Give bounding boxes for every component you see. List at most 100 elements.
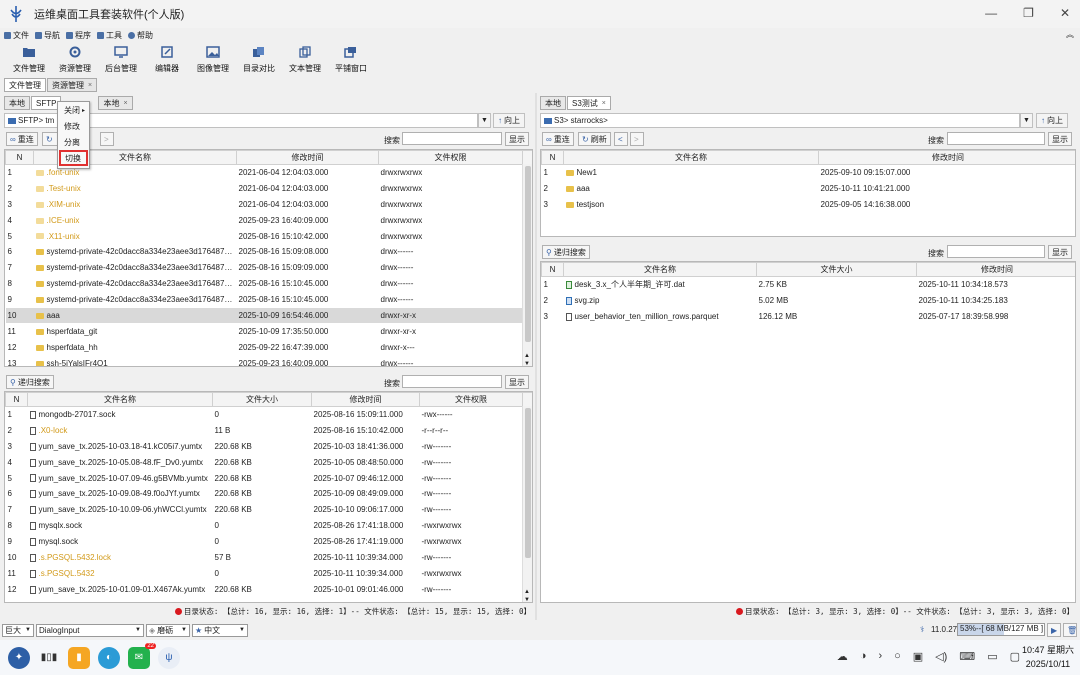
- table-row[interactable]: 4 .ICE-unix 2025-09-23 16:40:09.000 drwxrwx…: [6, 212, 533, 228]
- table-row[interactable]: 5 yum_save_tx.2025-10-07.09-46.g5BVMb.yum…: [6, 470, 533, 486]
- menu-navigation[interactable]: 导航: [35, 30, 60, 41]
- search-icon[interactable]: ○: [894, 650, 901, 663]
- path-dropdown-icon[interactable]: ▼: [478, 113, 491, 128]
- table-row[interactable]: 13 ssh-5jYalsIFr4Q1 2025-09-23 16:40:09.00…: [6, 355, 533, 366]
- table-row[interactable]: 6 systemd-private-42c0dacc8a334e23aee3d17…: [6, 244, 533, 260]
- app-logo-icon[interactable]: ψ: [158, 646, 180, 669]
- recursive-search-button[interactable]: ⚲ 递归搜索: [6, 375, 54, 389]
- volume-icon[interactable]: ◁): [935, 650, 947, 663]
- col-time[interactable]: 修改时间: [236, 150, 379, 165]
- menu-item-close[interactable]: 关闭 ▸: [58, 102, 89, 118]
- col-perm[interactable]: 文件权限: [419, 392, 523, 407]
- table-row[interactable]: 11 .s.PGSQL.5432 0 2025-10-11 10:39:34.000 -…: [6, 565, 533, 581]
- size-select[interactable]: 巨大 ▼: [2, 623, 34, 637]
- table-row[interactable]: 2 .Test-unix 2021-06-04 12:04:03.000 drwxrw…: [6, 180, 533, 196]
- table-row[interactable]: 12 hsperfdata_hh 2025-09-22 16:47:39.000 dr…: [6, 339, 533, 355]
- show-button[interactable]: 显示: [505, 132, 529, 146]
- menu-tools[interactable]: 工具: [97, 30, 122, 41]
- close-icon[interactable]: ✕: [1060, 6, 1070, 20]
- col-time[interactable]: 修改时间: [916, 262, 1075, 277]
- table-row[interactable]: 3 .XIM-unix 2021-06-04 12:04:03.000 drwxrwx…: [6, 196, 533, 212]
- table-row[interactable]: 7 systemd-private-42c0dacc8a334e23aee3d17…: [6, 260, 533, 276]
- table-row[interactable]: 10 .s.PGSQL.5432.lock 57 B 2025-10-11 10:39…: [6, 550, 533, 566]
- multitask-icon[interactable]: ▮▯▮: [38, 647, 60, 669]
- up-button[interactable]: ↑ 向上: [493, 113, 525, 128]
- scrollbar[interactable]: ▲ ▼: [522, 406, 532, 602]
- toolbar-file-manager[interactable]: 文件管理: [6, 43, 52, 77]
- right-path-bar[interactable]: S3> starrocks>: [540, 113, 1020, 128]
- path-dropdown-icon[interactable]: ▼: [1020, 113, 1033, 128]
- expand-icon[interactable]: ›: [878, 650, 882, 663]
- col-name[interactable]: 文件名称: [27, 392, 213, 407]
- reconnect-button[interactable]: ∞ 重连: [6, 132, 38, 146]
- refresh-button[interactable]: ↻ 刷新: [578, 132, 611, 146]
- col-n[interactable]: N: [5, 392, 28, 407]
- close-icon[interactable]: ×: [88, 82, 92, 89]
- table-row[interactable]: 11 hsperfdata_git 2025-10-09 17:35:50.000 d…: [6, 323, 533, 339]
- table-row[interactable]: 8 mysqlx.sock 0 2025-08-26 17:41:18.000 -rwx…: [6, 518, 533, 534]
- font-select[interactable]: DialogInput ▼: [36, 623, 144, 637]
- chat-app-icon[interactable]: ✉ 22: [128, 642, 156, 669]
- table-row[interactable]: 1 New1 2025-09-10 09:15:07.000: [542, 165, 1076, 181]
- gc-run-button[interactable]: ▶: [1047, 623, 1061, 637]
- table-row[interactable]: 10 aaa 2025-10-09 16:54:46.000 drwxr-xr-x: [5, 307, 532, 324]
- table-row[interactable]: 9 mysql.sock 0 2025-08-26 17:41:19.000 -rwxr…: [6, 534, 533, 550]
- trash-icon[interactable]: 🗑: [1063, 623, 1077, 637]
- tab-s3-test[interactable]: S3测试 ×: [567, 96, 611, 110]
- toolbar-resource-manager[interactable]: 资源管理: [52, 43, 98, 77]
- table-row[interactable]: 2 .X0-lock 11 B 2025-08-16 15:10:42.000 -r--…: [6, 422, 533, 438]
- table-row[interactable]: 2 aaa 2025-10-11 10:41:21.000: [542, 180, 1076, 196]
- network-icon[interactable]: ▣: [913, 650, 923, 663]
- forward-button[interactable]: >: [100, 132, 114, 146]
- pane-divider[interactable]: [535, 93, 537, 620]
- show-button[interactable]: 显示: [1048, 132, 1072, 146]
- table-row[interactable]: 3 testjson 2025-09-05 14:16:38.000: [542, 196, 1076, 212]
- col-n[interactable]: N: [541, 262, 564, 277]
- maximize-icon[interactable]: ❐: [1023, 6, 1034, 20]
- file-show-button[interactable]: 显示: [505, 375, 529, 389]
- col-n[interactable]: N: [5, 150, 34, 165]
- menu-item-modify[interactable]: 修改: [58, 118, 89, 134]
- collapse-icon[interactable]: ︽: [1066, 29, 1074, 40]
- tab-local-1[interactable]: 本地: [4, 96, 30, 110]
- col-n[interactable]: N: [541, 150, 564, 165]
- col-size[interactable]: 文件大小: [756, 262, 917, 277]
- table-row[interactable]: 7 yum_save_tx.2025-10-10.09-06.yhWCCl.yum…: [6, 502, 533, 518]
- up-button[interactable]: ↑ 向上: [1036, 113, 1068, 128]
- table-row[interactable]: 5 .X11-unix 2025-08-16 15:10:42.000 drwxrwx…: [6, 228, 533, 244]
- table-row[interactable]: 2 svg.zip 5.02 MB 2025-10-11 10:34:25.183: [542, 292, 1076, 308]
- forward-button[interactable]: >: [630, 132, 644, 146]
- theme-select[interactable]: ◈ 磨砺 ▼: [146, 623, 190, 637]
- tab-local-2[interactable]: 本地 ×: [98, 96, 133, 110]
- menu-item-detach[interactable]: 分离: [58, 134, 89, 150]
- table-row[interactable]: 1 desk_3.x_个人半年期_许可.dat 2.75 KB 2025-10-11 …: [542, 277, 1076, 293]
- tab-file-manager[interactable]: 文件管理: [4, 78, 46, 92]
- menu-item-switch[interactable]: 切换: [59, 150, 88, 166]
- col-perm[interactable]: 文件权限: [378, 150, 523, 165]
- scrollbar[interactable]: ▲ ▼: [522, 164, 532, 366]
- monitor-icon[interactable]: ▭: [987, 650, 997, 663]
- toolbar-editor[interactable]: 编辑器: [144, 43, 190, 77]
- file-search-input[interactable]: [947, 245, 1045, 258]
- col-time[interactable]: 修改时间: [818, 150, 1075, 165]
- back-button[interactable]: <: [614, 132, 628, 146]
- table-row[interactable]: 6 yum_save_tx.2025-10-09.08-49.f0oJYf.yum…: [6, 486, 533, 502]
- table-row[interactable]: 9 systemd-private-42c0dacc8a334e23aee3d17…: [6, 292, 533, 308]
- table-row[interactable]: 1 mongodb-27017.sock 0 2025-08-16 15:09:11.…: [6, 407, 533, 423]
- table-row[interactable]: 8 systemd-private-42c0dacc8a334e23aee3d17…: [6, 276, 533, 292]
- browser-icon[interactable]: ◐: [98, 646, 120, 669]
- clock[interactable]: 10:47 星期六 2025/10/11: [1022, 643, 1074, 671]
- table-row[interactable]: 3 yum_save_tx.2025-10-03.18-41.kC05i7.yum…: [6, 438, 533, 454]
- table-row[interactable]: 3 user_behavior_ten_million_rows.parquet 1…: [542, 308, 1076, 324]
- table-row[interactable]: 12 yum_save_tx.2025-10-01.09-01.X467Ak.yu…: [6, 581, 533, 597]
- close-icon[interactable]: ×: [123, 100, 127, 107]
- notification-icon[interactable]: ▢: [1010, 650, 1020, 663]
- col-time[interactable]: 修改时间: [311, 392, 420, 407]
- menu-program[interactable]: 程序: [66, 30, 91, 41]
- minimize-icon[interactable]: —: [985, 6, 997, 20]
- toolbar-backend-manager[interactable]: 后台管理: [98, 43, 144, 77]
- reconnect-button[interactable]: ∞ 重连: [542, 132, 574, 146]
- menu-file[interactable]: 文件: [4, 30, 29, 41]
- menu-help[interactable]: 帮助: [128, 30, 153, 41]
- toolbar-tile-windows[interactable]: 平铺窗口: [328, 43, 374, 77]
